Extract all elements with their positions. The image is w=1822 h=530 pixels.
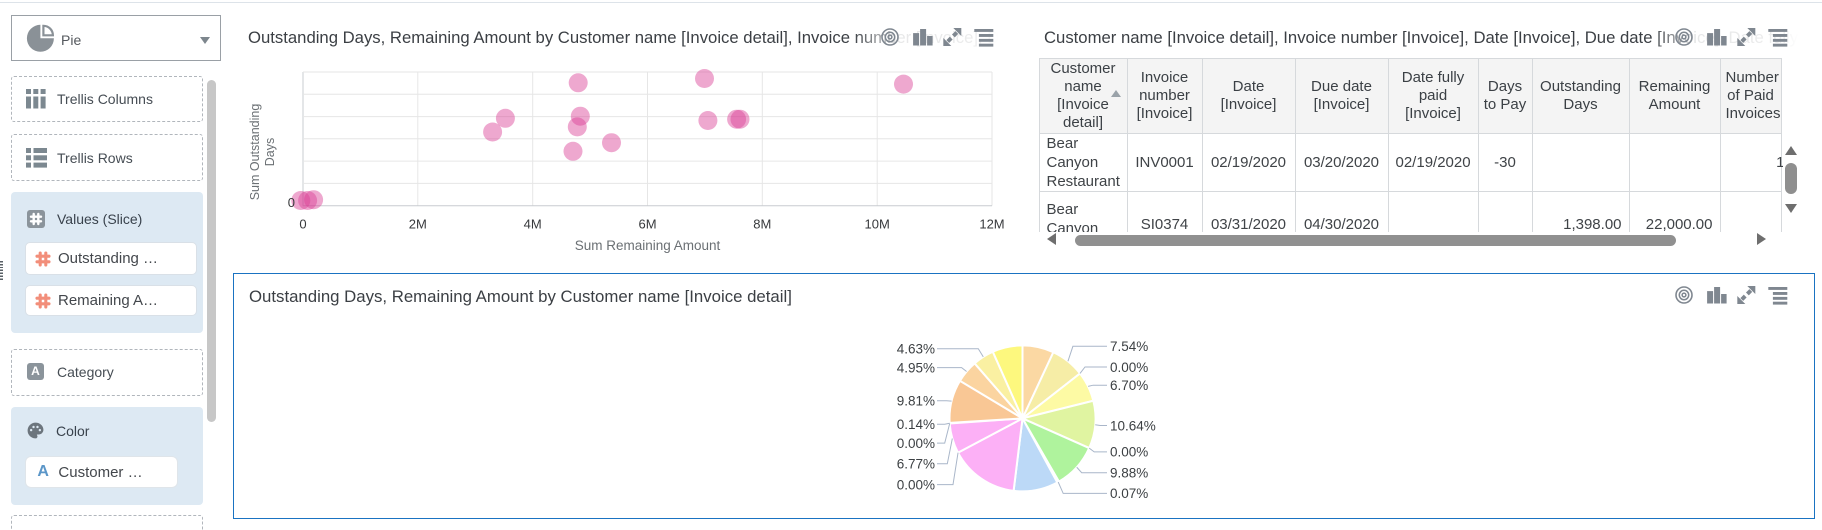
svg-text:Sum Remaining Amount: Sum Remaining Amount	[575, 238, 721, 253]
svg-text:6.77%: 6.77%	[897, 457, 935, 472]
svg-text:12M: 12M	[979, 217, 1004, 232]
svg-text:6.70%: 6.70%	[1110, 378, 1148, 393]
svg-text:7.54%: 7.54%	[1110, 339, 1148, 354]
svg-text:0.14%: 0.14%	[897, 417, 935, 432]
svg-text:0.00%: 0.00%	[1110, 360, 1148, 375]
svg-text:4.95%: 4.95%	[897, 360, 935, 375]
svg-text:10M: 10M	[865, 217, 890, 232]
svg-text:2M: 2M	[409, 217, 427, 232]
svg-text:9.88%: 9.88%	[1110, 466, 1148, 481]
svg-text:0.00%: 0.00%	[897, 477, 935, 492]
svg-text:4M: 4M	[524, 217, 542, 232]
svg-text:Days: Days	[263, 138, 277, 166]
svg-text:4.63%: 4.63%	[897, 342, 935, 357]
svg-text:6M: 6M	[638, 217, 656, 232]
svg-text:8M: 8M	[753, 217, 771, 232]
svg-text:0.00%: 0.00%	[897, 436, 935, 451]
svg-text:Sum Outstanding: Sum Outstanding	[248, 104, 262, 201]
svg-text:0.07%: 0.07%	[1110, 486, 1148, 501]
svg-text:10.64%: 10.64%	[1110, 418, 1156, 433]
svg-text:0.00%: 0.00%	[1110, 445, 1148, 460]
svg-text:0: 0	[288, 195, 295, 210]
svg-text:0: 0	[299, 217, 306, 232]
svg-text:9.81%: 9.81%	[897, 394, 935, 409]
